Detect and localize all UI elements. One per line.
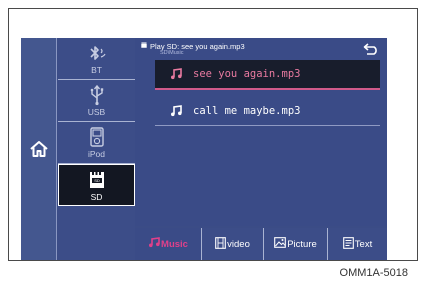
- now-playing-title: Play SD: see you again.mp3: [140, 41, 245, 51]
- tab-picture[interactable]: Picture: [263, 228, 327, 260]
- source-sd[interactable]: SD SD: [58, 164, 135, 206]
- bluetooth-icon: [86, 42, 108, 64]
- tab-video[interactable]: video: [201, 228, 263, 260]
- track-row-selected[interactable]: see you again.mp3: [155, 60, 380, 90]
- music-note-icon: [169, 104, 183, 118]
- tab-label: video: [227, 238, 250, 250]
- tab-label: Picture: [287, 238, 317, 250]
- track-row[interactable]: call me maybe.mp3: [155, 96, 380, 126]
- tab-label: Music: [161, 238, 188, 250]
- home-icon[interactable]: [28, 138, 50, 160]
- source-menu: BT USB iPod SD SD: [58, 38, 135, 260]
- usb-icon: [89, 84, 105, 106]
- film-icon: [215, 236, 226, 252]
- source-label: USB: [87, 107, 106, 117]
- tab-label: Text: [354, 238, 373, 250]
- track-name: call me maybe.mp3: [193, 104, 301, 117]
- source-label: SD: [90, 192, 103, 202]
- head-unit-screen: BT USB iPod SD SD Play SD: see you again…: [21, 38, 387, 260]
- ipod-icon: [89, 126, 104, 148]
- source-usb[interactable]: USB: [58, 80, 135, 122]
- sd-card-icon: SD: [88, 169, 106, 191]
- back-icon[interactable]: [363, 42, 379, 55]
- tab-music[interactable]: Music: [135, 228, 201, 260]
- folder-path: SD\Music: [160, 50, 184, 56]
- picture-icon: [274, 237, 287, 251]
- media-type-tabs: Music video Picture Text: [135, 228, 387, 260]
- svg-text:SD: SD: [94, 178, 100, 183]
- track-name: see you again.mp3: [193, 68, 301, 80]
- source-label: iPod: [87, 149, 105, 159]
- source-label: BT: [91, 65, 102, 75]
- text-doc-icon: [342, 236, 354, 252]
- media-panel: Play SD: see you again.mp3 SD\Music see …: [135, 38, 387, 226]
- tab-text[interactable]: Text: [327, 228, 387, 260]
- figure-code: OMM1A-5018: [339, 267, 408, 279]
- music-note-icon: [148, 237, 160, 251]
- sd-card-icon: [140, 41, 148, 51]
- source-bt[interactable]: BT: [58, 38, 135, 80]
- source-ipod[interactable]: iPod: [58, 122, 135, 164]
- home-strip: [21, 38, 57, 260]
- music-note-icon: [169, 67, 183, 81]
